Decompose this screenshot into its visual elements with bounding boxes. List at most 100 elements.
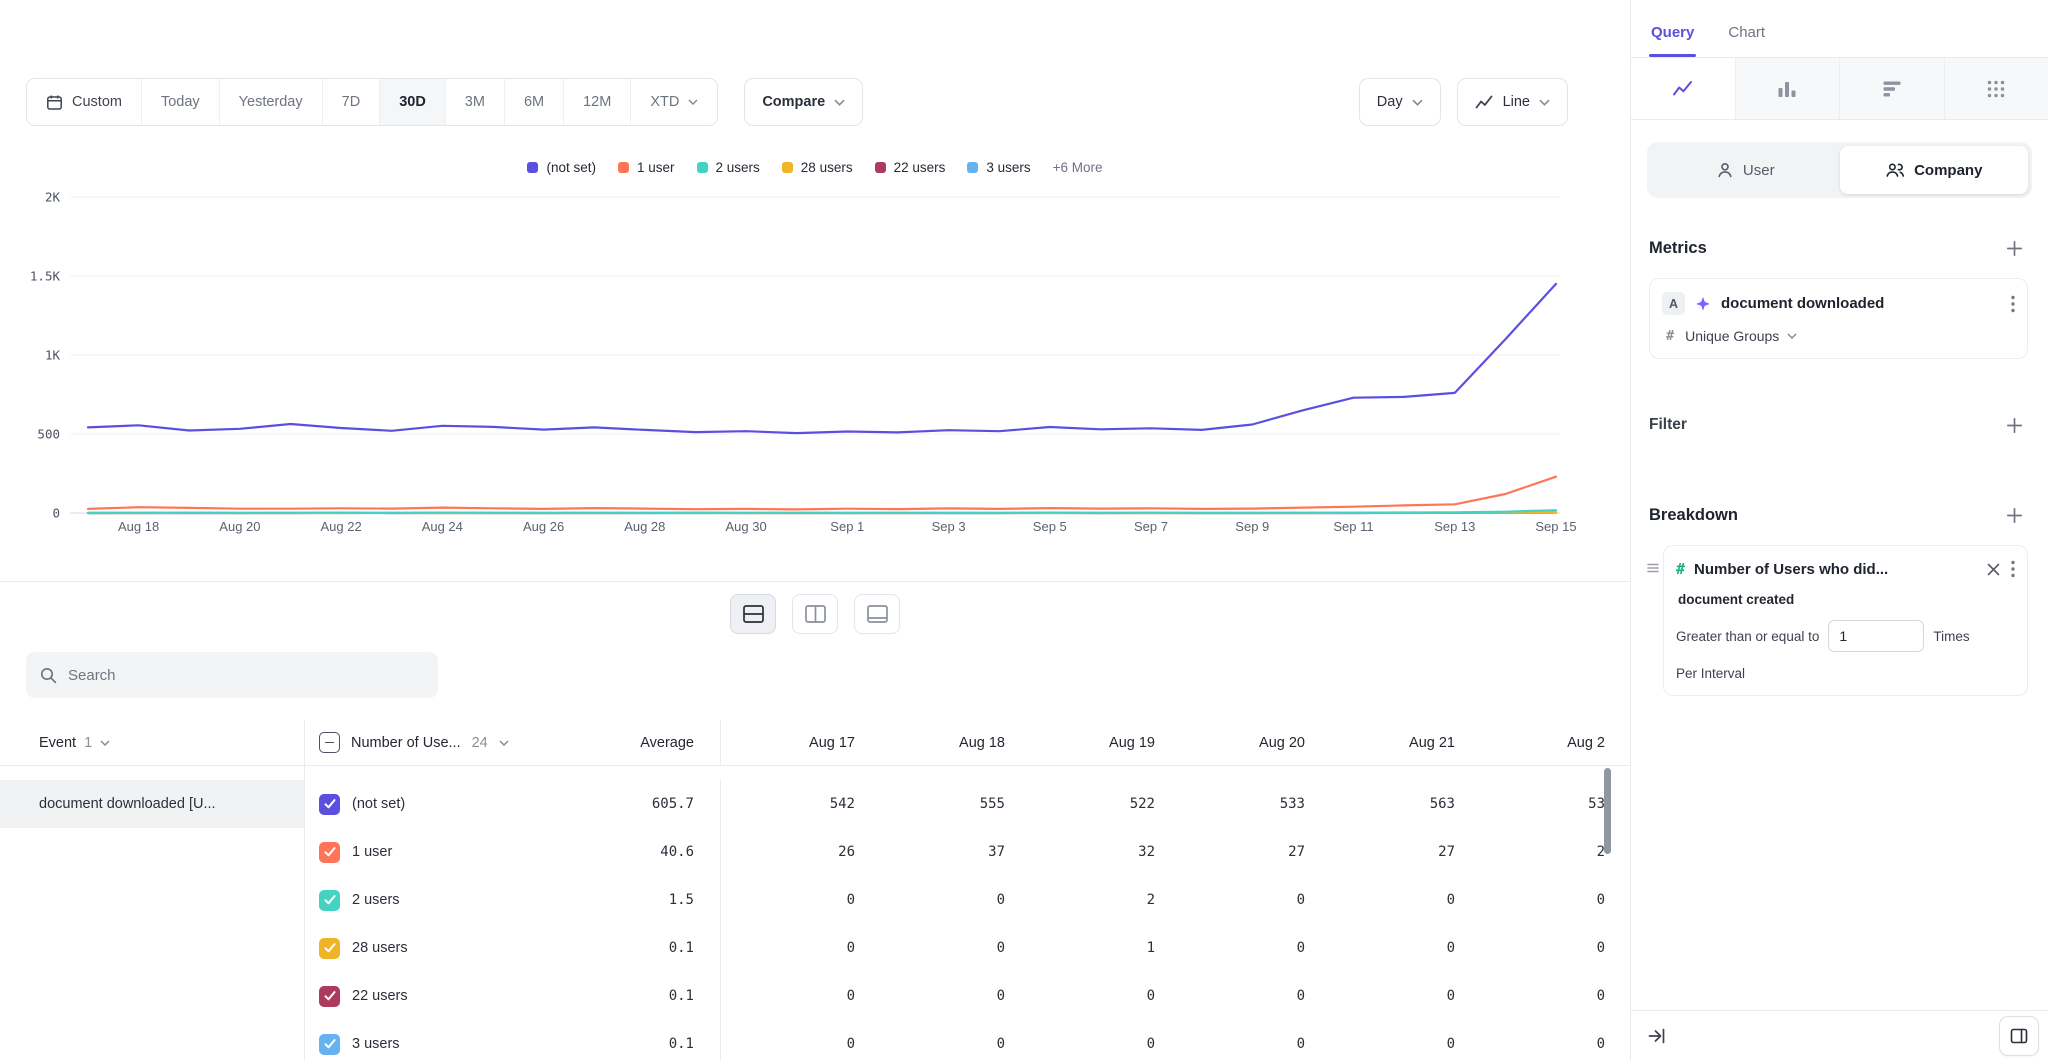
range-today-button[interactable]: Today [142,79,220,125]
event-header-label: Event [39,735,76,751]
range-6m-button[interactable]: 6M [505,79,564,125]
cell-value: 0 [1321,892,1471,908]
date-column-header[interactable]: Aug 21 [1321,735,1471,751]
cell-average: 0.1 [545,924,720,972]
table-row[interactable]: (not set)605.754255552253356353 [305,780,1630,828]
chevron-down-icon [100,740,110,746]
chart-type-funnel-tile[interactable] [1840,58,1945,119]
grid-dots-icon [1984,77,2008,101]
table-scrollbar[interactable] [1604,768,1611,854]
cell-value: 0 [1321,1036,1471,1052]
row-checkbox[interactable] [319,1034,340,1055]
range-3m-button[interactable]: 3M [446,79,505,125]
legend-swatch [618,162,629,173]
compare-button[interactable]: Compare [744,78,863,126]
average-column-header[interactable]: Average [545,720,720,765]
legend-item[interactable]: 3 users [967,160,1030,175]
aggregation-selector[interactable]: Unique Groups [1685,328,1797,344]
breakdown-card[interactable]: # Number of Users who did... document cr… [1663,545,2028,696]
range-7d-button[interactable]: 7D [323,79,381,125]
close-icon[interactable] [1985,561,2002,578]
breakdown-value-input[interactable] [1828,620,1924,652]
select-all-checkbox[interactable] [319,732,340,753]
legend-item[interactable]: 1 user [618,160,675,175]
row-checkbox[interactable] [319,986,340,1007]
date-column-header[interactable]: Aug 19 [1021,735,1171,751]
breakdown-operator[interactable]: Greater than or equal to [1676,629,1819,644]
breakdown-per-interval[interactable]: Per Interval [1676,666,2015,681]
range-custom-button[interactable]: Custom [27,79,142,125]
layout-split-vertical-button[interactable] [792,594,838,634]
event-column-header[interactable]: Event 1 [0,720,304,766]
row-checkbox[interactable] [319,842,340,863]
add-filter-button[interactable] [2000,411,2028,439]
entity-toggle: User Company [1647,142,2032,198]
add-breakdown-button[interactable] [2000,501,2028,529]
table-row[interactable]: 22 users0.1000000 [305,972,1630,1020]
chart-type-button[interactable]: Line [1457,78,1568,126]
chevron-down-icon [1412,99,1423,106]
entity-user-label: User [1743,162,1775,179]
entity-user-segment[interactable]: User [1651,146,1840,194]
range-30d-button[interactable]: 30D [380,79,446,125]
breakdown-event-name[interactable]: document created [1676,592,2015,607]
breakdown-kebab-menu-icon[interactable] [2011,560,2015,578]
metric-card[interactable]: A document downloaded # Unique Groups [1649,278,2028,359]
date-column-header[interactable]: Aug 20 [1171,735,1321,751]
svg-text:Sep 1: Sep 1 [830,519,864,534]
results-table: Event 1 document downloaded [U... Number… [0,720,1630,1060]
date-column-header[interactable]: Aug 18 [871,735,1021,751]
entity-company-segment[interactable]: Company [1840,146,2029,194]
range-yesterday-button[interactable]: Yesterday [220,79,323,125]
legend-item[interactable]: (not set) [527,160,596,175]
date-column-header[interactable]: Aug 17 [721,735,871,751]
table-row[interactable]: 3 users0.1000000 [305,1020,1630,1060]
metric-kebab-menu-icon[interactable] [2011,295,2015,313]
chart-type-line-tile[interactable] [1631,58,1736,119]
granularity-button[interactable]: Day [1359,78,1441,126]
breakdown-column-header[interactable]: Number of Use... 24 [305,720,545,765]
line-chart[interactable]: 05001K1.5K2KAug 18Aug 20Aug 22Aug 24Aug … [0,181,1630,537]
date-range-group: CustomTodayYesterday7D30D3M6M12MXTD [26,78,718,126]
layout-chart-focus-button[interactable] [854,594,900,634]
drag-handle-icon[interactable] [1647,563,1659,573]
chart-type-more-tile[interactable] [1945,58,2048,119]
chart-type-bar-tile[interactable] [1736,58,1841,119]
cell-value: 563 [1321,796,1471,812]
search-input[interactable] [68,667,424,684]
collapse-panel-icon[interactable] [1647,1026,1667,1046]
legend-swatch [527,162,538,173]
cell-value: 0 [1471,988,1621,1004]
row-checkbox[interactable] [319,794,340,815]
svg-text:500: 500 [37,427,60,442]
legend-item[interactable]: 22 users [875,160,946,175]
row-checkbox[interactable] [319,938,340,959]
legend-item[interactable]: 2 users [697,160,760,175]
range-xtd-button[interactable]: XTD [631,79,717,125]
calendar-icon [46,94,63,111]
line-chart-icon [1475,94,1494,110]
table-row[interactable]: 2 users1.5002000 [305,876,1630,924]
layout-split-horizontal-button[interactable] [730,594,776,634]
chart-toolbar: CustomTodayYesterday7D30D3M6M12MXTD Comp… [26,78,1568,126]
metric-event-name: document downloaded [1721,295,2001,312]
tab-chart[interactable]: Chart [1728,24,1765,57]
chevron-down-icon [1787,333,1797,339]
legend-more[interactable]: +6 More [1053,160,1103,175]
event-row[interactable]: document downloaded [U... [0,780,304,828]
panel-tabs: Query Chart [1631,0,2048,58]
table-row[interactable]: 1 user40.626373227272 [305,828,1630,876]
cell-average: 1.5 [545,876,720,924]
event-list: document downloaded [U... [0,766,304,828]
add-metric-button[interactable] [2000,234,2028,262]
table-header-row: Number of Use... 24 Average Aug 17Aug 18… [305,720,1630,766]
search-bar[interactable] [26,652,438,698]
table-row[interactable]: 28 users0.1001000 [305,924,1630,972]
range-12m-button[interactable]: 12M [564,79,631,125]
date-column-header[interactable]: Aug 2 [1471,735,1621,751]
tab-query[interactable]: Query [1651,24,1694,57]
toggle-sidebar-icon[interactable] [1999,1016,2039,1056]
row-checkbox[interactable] [319,890,340,911]
svg-text:Aug 26: Aug 26 [523,519,564,534]
legend-item[interactable]: 28 users [782,160,853,175]
